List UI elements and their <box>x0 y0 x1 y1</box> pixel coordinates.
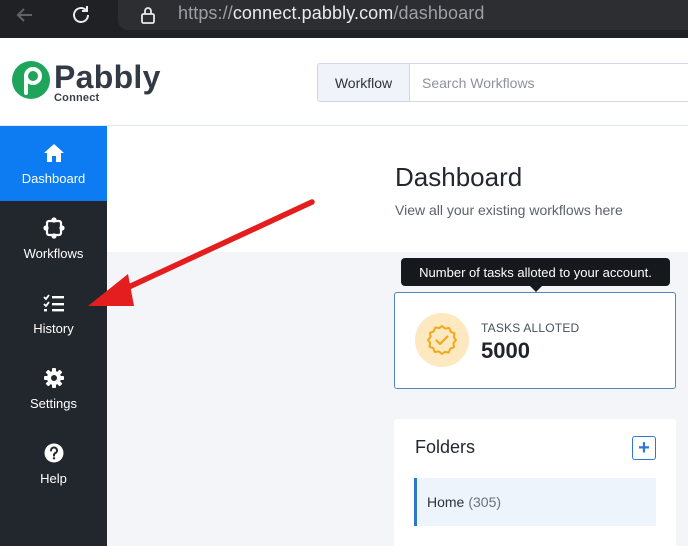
workflow-search: Workflow <box>317 63 688 102</box>
url-scheme: https:// <box>178 3 233 23</box>
url-path: /dashboard <box>393 3 485 23</box>
tasks-tooltip: Number of tasks alloted to your account. <box>401 258 670 292</box>
sidebar-item-label: Workflows <box>23 245 84 261</box>
sidebar-item-settings[interactable]: Settings <box>0 351 107 426</box>
pabbly-logo[interactable]: Pabbly Connect <box>11 58 161 104</box>
add-folder-button[interactable]: + <box>632 436 656 460</box>
tasks-label: TASKS ALLOTED <box>481 321 580 335</box>
workflow-icon <box>42 216 65 239</box>
folder-count: (305) <box>468 494 502 510</box>
logo-text: Pabbly <box>54 59 161 95</box>
pabbly-logo-icon <box>12 61 50 99</box>
app-header: Pabbly Connect Workflow <box>0 38 688 126</box>
browser-toolbar: https://connect.pabbly.com/dashboard <box>0 0 688 38</box>
search-type-dropdown[interactable]: Workflow <box>317 63 409 102</box>
logo-subtext: Connect <box>54 92 100 104</box>
verified-badge-icon <box>415 313 469 367</box>
gear-icon <box>43 367 65 389</box>
folder-item-home[interactable]: Home (305) <box>414 478 656 526</box>
sidebar-item-history[interactable]: History <box>0 276 107 351</box>
search-workflows-input[interactable] <box>409 63 688 102</box>
page-subtitle: View all your existing workflows here <box>395 202 623 218</box>
folder-name: Home <box>427 494 465 510</box>
sidebar-item-help[interactable]: Help <box>0 426 107 501</box>
url-text: https://connect.pabbly.com/dashboard <box>178 3 484 24</box>
lock-icon[interactable] <box>140 6 156 24</box>
reload-icon[interactable] <box>66 0 96 30</box>
home-icon <box>43 142 65 164</box>
back-arrow-icon[interactable] <box>10 0 40 30</box>
help-icon <box>43 442 65 464</box>
folders-title: Folders <box>415 437 476 457</box>
sidebar-item-label: Help <box>40 470 67 486</box>
sidebar-item-dashboard[interactable]: Dashboard <box>0 126 107 201</box>
sidebar-item-workflows[interactable]: Workflows <box>0 201 107 276</box>
tasks-alloted-card[interactable]: TASKS ALLOTED 5000 <box>394 292 676 389</box>
sidebar: Dashboard Workflows History Settings Hel… <box>0 126 107 546</box>
folders-card: Folders + Home (305) <box>394 419 676 546</box>
sidebar-item-label: Settings <box>30 395 77 411</box>
page-title: Dashboard <box>395 162 523 192</box>
url-host: connect.pabbly.com <box>232 3 394 23</box>
address-bar[interactable]: https://connect.pabbly.com/dashboard <box>118 0 688 30</box>
checklist-icon <box>42 292 65 314</box>
sidebar-item-label: Dashboard <box>21 170 86 186</box>
tasks-value: 5000 <box>481 338 530 363</box>
sidebar-item-label: History <box>33 320 74 336</box>
